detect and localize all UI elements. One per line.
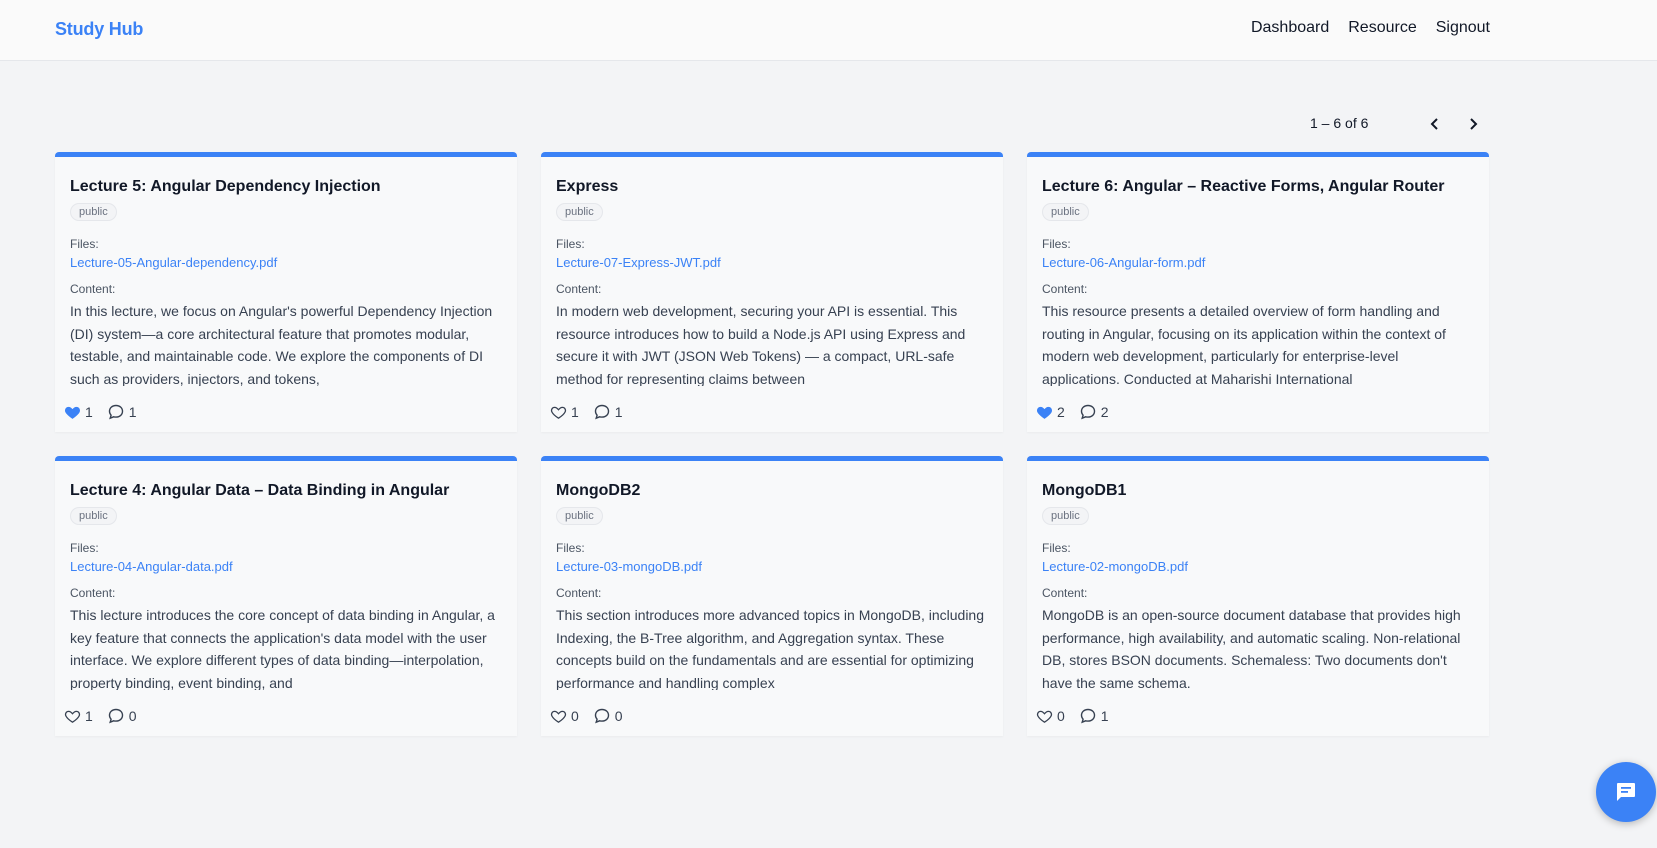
files-label: Files: — [1042, 541, 1071, 555]
comment-button[interactable]: 0 — [107, 707, 137, 725]
comment-count: 1 — [128, 404, 137, 420]
comment-button[interactable]: 1 — [593, 403, 623, 421]
visibility-badge: public — [70, 507, 117, 525]
card-stats: 1 0 — [64, 707, 151, 725]
comment-button[interactable]: 0 — [593, 707, 623, 725]
comment-icon — [594, 708, 609, 724]
visibility-badge: public — [556, 203, 603, 221]
comment-count: 1 — [614, 404, 623, 420]
content-label: Content: — [556, 282, 602, 296]
card-stats: 0 1 — [1036, 707, 1123, 725]
comment-icon — [1080, 404, 1095, 420]
content-label: Content: — [1042, 586, 1088, 600]
like-count: 1 — [85, 404, 93, 420]
content-label: Content: — [1042, 282, 1088, 296]
visibility-badge: public — [1042, 507, 1089, 525]
like-button[interactable]: 1 — [550, 404, 579, 421]
brand-logo[interactable]: Study Hub — [55, 19, 143, 40]
chevron-left-icon — [1430, 118, 1438, 130]
files-label: Files: — [70, 541, 99, 555]
card-stats: 1 1 — [64, 403, 151, 421]
like-count: 1 — [571, 404, 579, 420]
card-title: Express — [556, 178, 619, 195]
card-title: Lecture 6: Angular – Reactive Forms, Ang… — [1042, 178, 1445, 195]
comment-button[interactable]: 1 — [1079, 707, 1109, 725]
comment-icon — [594, 404, 609, 420]
like-button[interactable]: 1 — [64, 404, 93, 421]
resource-card-2[interactable]: Express public Files: Lecture-07-Express… — [541, 152, 1003, 432]
resource-card-grid: Lecture 5: Angular Dependency Injection … — [55, 152, 1489, 736]
card-content-text: In modern web development, securing your… — [556, 303, 966, 386]
heart-outline-icon — [550, 710, 567, 723]
like-button[interactable]: 0 — [550, 708, 579, 725]
card-title: Lecture 5: Angular Dependency Injection — [70, 178, 381, 195]
comment-count: 1 — [1100, 708, 1109, 724]
file-link[interactable]: Lecture-03-mongoDB.pdf — [556, 559, 702, 574]
comment-icon — [1080, 708, 1095, 724]
paginator: 1 – 6 of 6 — [1310, 115, 1478, 131]
comment-button[interactable]: 1 — [107, 403, 137, 421]
heart-outline-icon — [550, 406, 567, 419]
previous-page-button[interactable] — [1422, 111, 1448, 137]
resource-card-5[interactable]: MongoDB2 public Files: Lecture-03-mongoD… — [541, 456, 1003, 736]
comment-icon — [108, 404, 123, 420]
comment-button[interactable]: 2 — [1079, 403, 1109, 421]
top-navbar: Study Hub Dashboard Resource Signout — [0, 0, 1657, 61]
card-content-text: MongoDB is an open-source document datab… — [1042, 607, 1461, 690]
file-link[interactable]: Lecture-06-Angular-form.pdf — [1042, 255, 1205, 270]
files-label: Files: — [70, 237, 99, 251]
card-content-text: In this lecture, we focus on Angular's p… — [70, 303, 493, 386]
next-page-button[interactable] — [1460, 111, 1486, 137]
like-button[interactable]: 2 — [1036, 404, 1065, 421]
file-link[interactable]: Lecture-04-Angular-data.pdf — [70, 559, 233, 574]
heart-outline-icon — [1036, 710, 1053, 723]
like-button[interactable]: 1 — [64, 708, 93, 725]
files-label: Files: — [556, 237, 585, 251]
like-count: 0 — [1057, 708, 1065, 724]
comment-icon — [108, 708, 123, 724]
card-content-text: This resource presents a detailed overvi… — [1042, 303, 1446, 386]
content-label: Content: — [556, 586, 602, 600]
nav-resource-link[interactable]: Resource — [1348, 19, 1416, 37]
file-link[interactable]: Lecture-02-mongoDB.pdf — [1042, 559, 1188, 574]
chat-fab-button[interactable] — [1596, 762, 1656, 822]
page-range-label: 1 – 6 of 6 — [1310, 115, 1369, 131]
comment-count: 2 — [1100, 404, 1109, 420]
heart-filled-icon — [64, 406, 81, 419]
card-stats: 0 0 — [550, 707, 637, 725]
file-link[interactable]: Lecture-05-Angular-dependency.pdf — [70, 255, 277, 270]
heart-outline-icon — [64, 710, 81, 723]
visibility-badge: public — [1042, 203, 1089, 221]
file-link[interactable]: Lecture-07-Express-JWT.pdf — [556, 255, 721, 270]
content-label: Content: — [70, 586, 116, 600]
card-title: Lecture 4: Angular Data – Data Binding i… — [70, 482, 450, 499]
resource-card-3[interactable]: Lecture 6: Angular – Reactive Forms, Ang… — [1027, 152, 1489, 432]
resource-card-4[interactable]: Lecture 4: Angular Data – Data Binding i… — [55, 456, 517, 736]
like-button[interactable]: 0 — [1036, 708, 1065, 725]
like-count: 2 — [1057, 404, 1065, 420]
resource-card-1[interactable]: Lecture 5: Angular Dependency Injection … — [55, 152, 517, 432]
comment-count: 0 — [614, 708, 623, 724]
main-nav: Dashboard Resource Signout — [1251, 19, 1490, 37]
chat-icon — [1617, 783, 1635, 801]
like-count: 1 — [85, 708, 93, 724]
resource-card-6[interactable]: MongoDB1 public Files: Lecture-02-mongoD… — [1027, 456, 1489, 736]
card-content-text: This lecture introduces the core concept… — [70, 607, 495, 690]
heart-filled-icon — [1036, 406, 1053, 419]
files-label: Files: — [556, 541, 585, 555]
visibility-badge: public — [556, 507, 603, 525]
nav-signout-link[interactable]: Signout — [1436, 19, 1490, 37]
files-label: Files: — [1042, 237, 1071, 251]
content-label: Content: — [70, 282, 116, 296]
visibility-badge: public — [70, 203, 117, 221]
card-title: MongoDB1 — [1042, 482, 1127, 499]
card-title: MongoDB2 — [556, 482, 641, 499]
like-count: 0 — [571, 708, 579, 724]
nav-dashboard-link[interactable]: Dashboard — [1251, 19, 1329, 37]
card-stats: 2 2 — [1036, 403, 1123, 421]
chevron-right-icon — [1470, 118, 1478, 130]
card-content-text: This section introduces more advanced to… — [556, 607, 985, 690]
comment-count: 0 — [128, 708, 137, 724]
card-stats: 1 1 — [550, 403, 637, 421]
